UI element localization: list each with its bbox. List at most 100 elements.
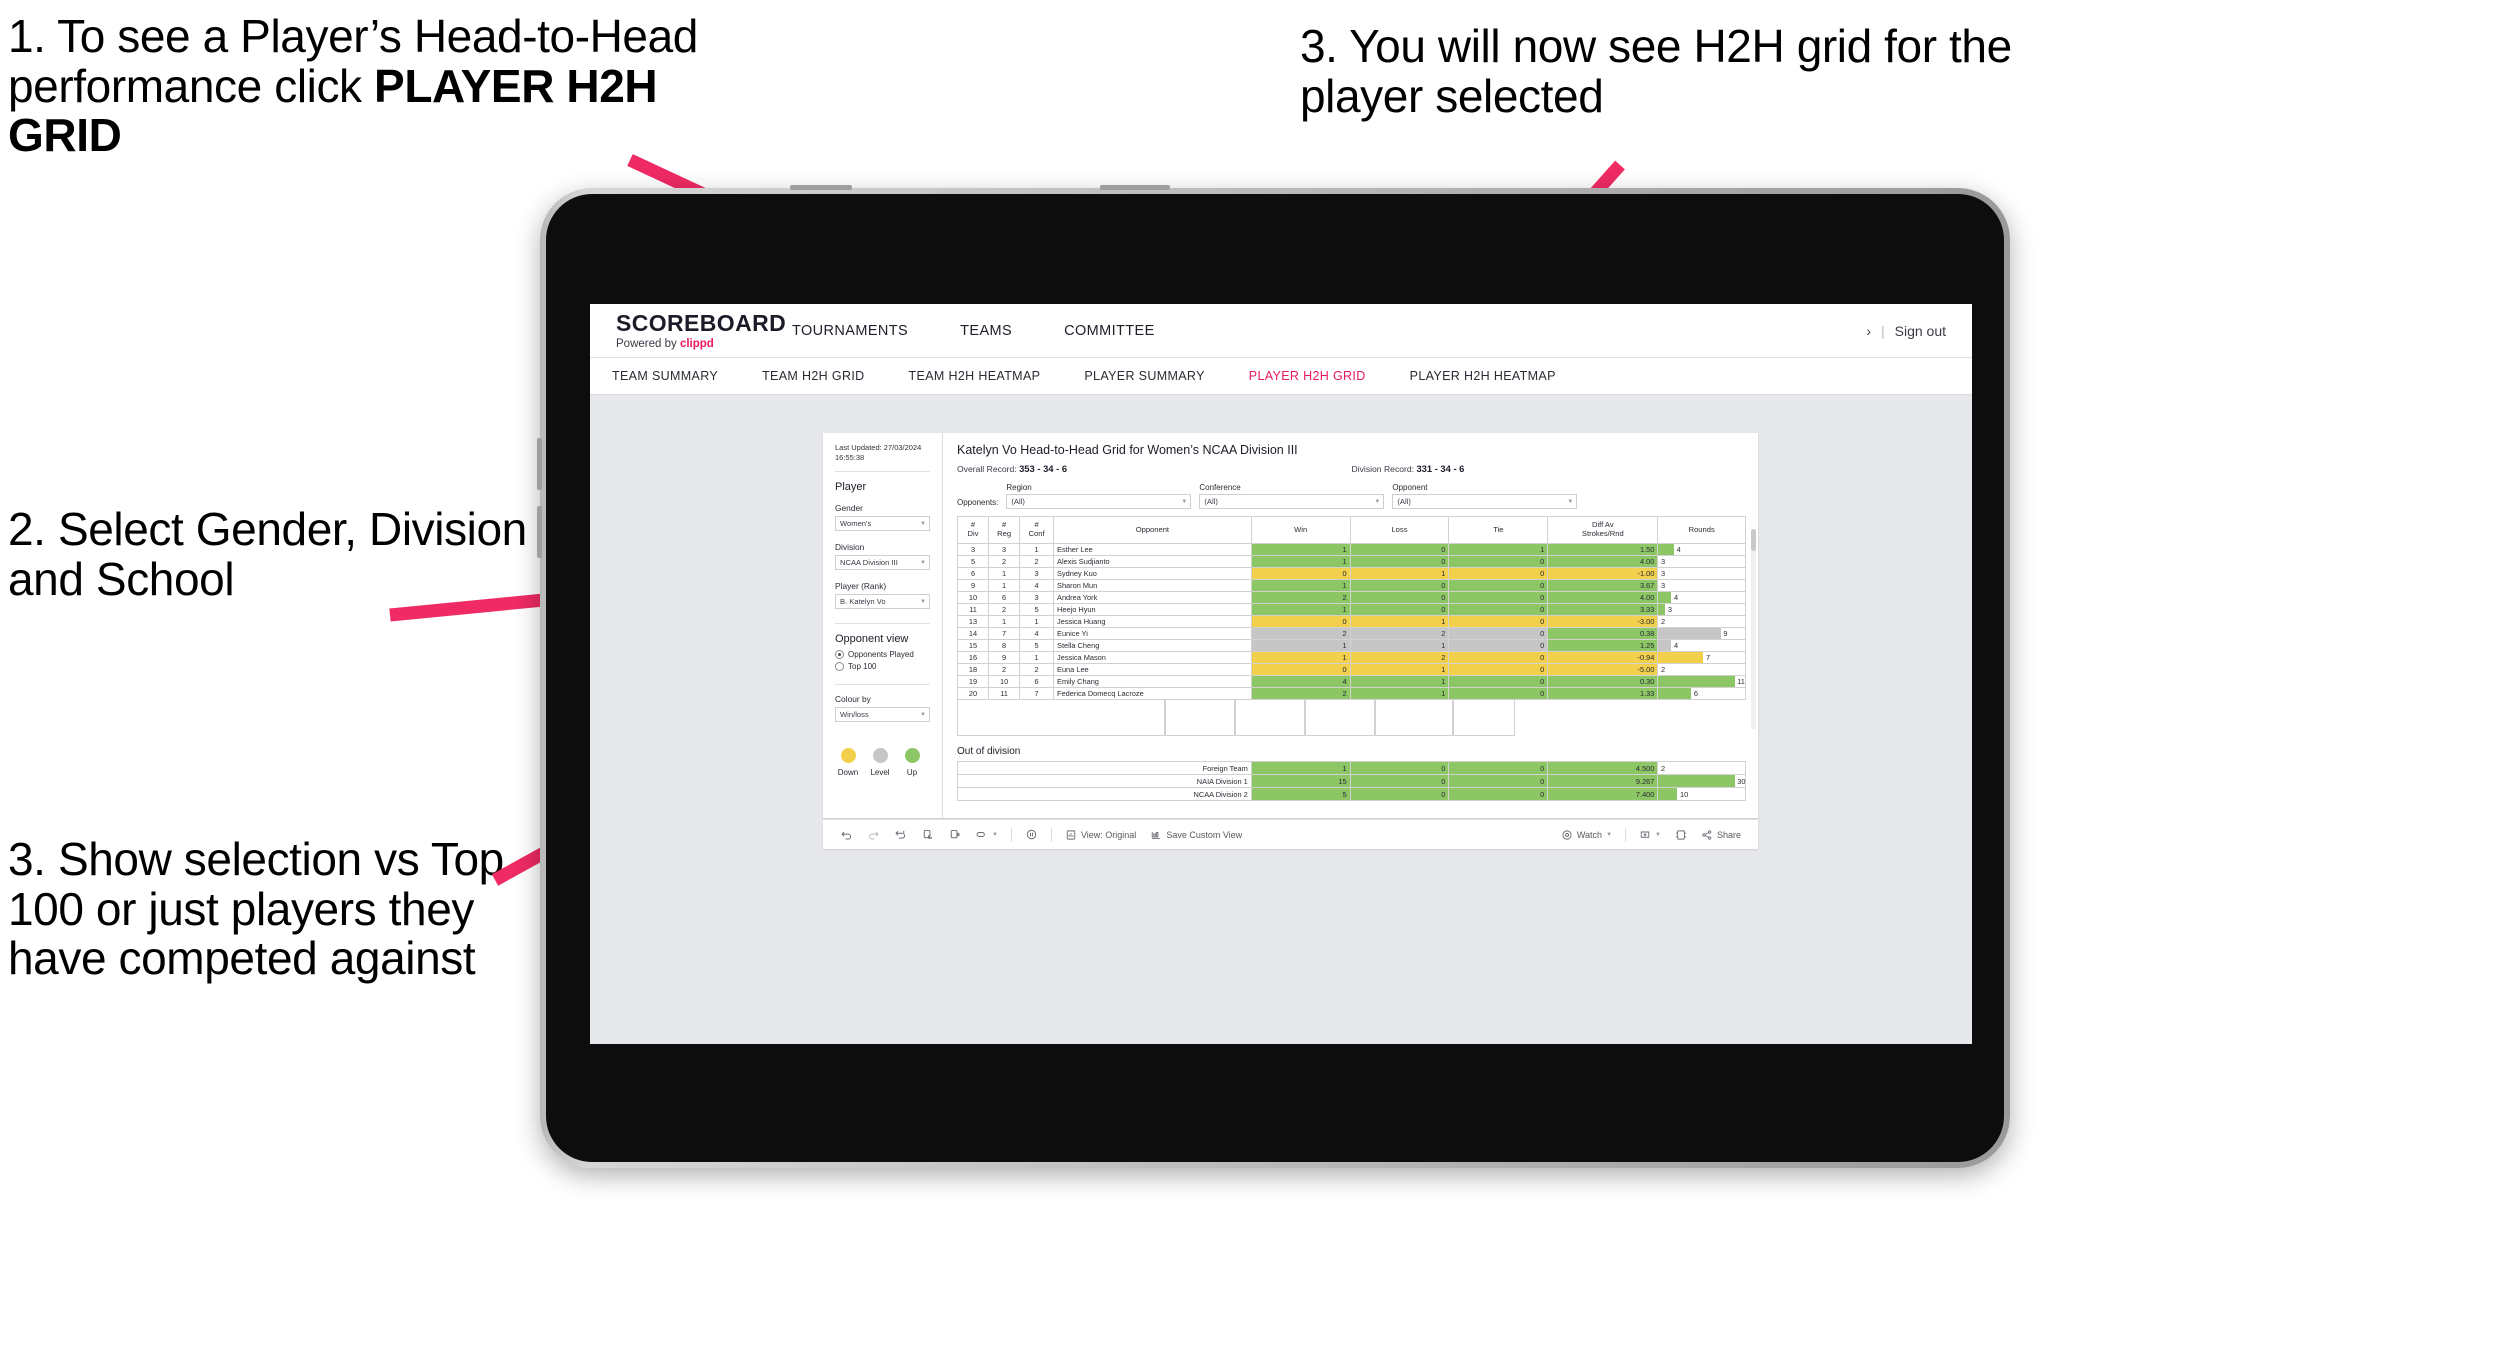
chevron-down-icon: ▼ (992, 831, 998, 838)
brand-logo[interactable]: SCOREBOARD Powered by clippd (590, 311, 786, 350)
account-chevron-icon[interactable]: › (1866, 323, 1871, 339)
cell-loss: 1 (1349, 687, 1450, 700)
grid-col-header-4[interactable]: Win (1250, 516, 1351, 544)
table-row[interactable]: 16 9 1 Jessica Mason 1 2 0 -0.94 7 (956, 651, 1746, 664)
save-custom-view-button[interactable]: Save Custom View (1143, 829, 1249, 841)
cell-reg: 7 (988, 627, 1021, 640)
cell-div: 5 (956, 555, 990, 568)
table-row[interactable]: 20 11 7 Federica Domecq Lacroze 2 1 0 1.33 6 (956, 687, 1746, 700)
division-select[interactable]: NCAA Division III ▼ (835, 555, 930, 571)
grid-col-header-5[interactable]: Loss (1349, 516, 1450, 544)
tab-team-h2h-heatmap[interactable]: TEAM H2H HEATMAP (887, 369, 1063, 383)
cell-div: 16 (956, 651, 990, 664)
cell-opponent: Andrea York (1053, 591, 1252, 604)
opponent-select[interactable]: (All) ▼ (1392, 494, 1578, 509)
table-row[interactable]: 6 1 3 Sydney Kuo 0 1 0 -1.00 3 (956, 567, 1746, 580)
cell-div: 15 (956, 639, 990, 652)
table-row[interactable]: 15 8 5 Stella Cheng 1 1 0 1.25 4 (956, 639, 1746, 652)
table-row[interactable]: 14 7 4 Eunice Yi 2 2 0 0.38 9 (956, 627, 1746, 640)
cell-ood-win: 5 (1250, 787, 1351, 801)
highlight-dropdown[interactable]: ▼ (968, 828, 1005, 841)
grid-col-header-2[interactable]: # Conf (1019, 516, 1055, 544)
cell-conf: 4 (1019, 579, 1055, 592)
view-original-button[interactable]: View: Original (1058, 829, 1143, 841)
grid-scrollbar-track[interactable] (1751, 529, 1756, 729)
pause-button[interactable] (1018, 828, 1045, 841)
cell-loss: 2 (1349, 651, 1450, 664)
nav-item-teams[interactable]: TEAMS (934, 304, 1038, 357)
grid-scrollbar-thumb[interactable] (1751, 529, 1756, 551)
table-row[interactable]: 9 1 4 Sharon Mun 1 0 0 3.67 3 (956, 579, 1746, 592)
radio-opponents-played[interactable]: Opponents Played (835, 650, 930, 660)
fullscreen-button[interactable] (1668, 829, 1694, 841)
conference-value: (All) (1204, 497, 1218, 506)
cell-rounds: 4 (1657, 543, 1746, 556)
cell-tie: 1 (1448, 543, 1549, 556)
gender-select[interactable]: Women's ▼ (835, 516, 930, 532)
conference-label: Conference (1199, 483, 1241, 492)
share-button[interactable]: Share (1694, 829, 1748, 841)
tab-player-summary[interactable]: PLAYER SUMMARY (1062, 369, 1226, 383)
table-row[interactable]: 19 10 6 Emily Chang 4 1 0 0.30 11 (956, 675, 1746, 688)
table-row[interactable]: 3 3 1 Esther Lee 1 0 1 1.50 4 (956, 543, 1746, 556)
cell-ood-name: NCAA Division 2 (957, 787, 1252, 801)
cell-win: 2 (1250, 591, 1351, 604)
conference-select[interactable]: (All) ▼ (1199, 494, 1385, 509)
cell-diff: 1.25 (1547, 639, 1659, 652)
account-separator: | (1880, 322, 1885, 339)
volume-button-up (537, 438, 542, 490)
tab-player-h2h-heatmap[interactable]: PLAYER H2H HEATMAP (1388, 369, 1578, 383)
cell-tie: 0 (1448, 579, 1549, 592)
undo-button[interactable] (833, 828, 860, 841)
chevron-down-icon: ▼ (920, 598, 926, 605)
annotation-3: 3. Show selection vs Top 100 or just pla… (8, 833, 517, 985)
grid-col-header-0[interactable]: # Div (956, 516, 990, 544)
cell-ood-loss: 0 (1349, 787, 1450, 801)
legend-item-up: Up (901, 748, 923, 777)
radio-top-100-label: Top 100 (848, 662, 877, 672)
radio-top-100[interactable]: Top 100 (835, 662, 930, 672)
cell-win: 0 (1250, 663, 1351, 676)
pause-updates-button[interactable] (941, 828, 968, 841)
grid-col-header-6[interactable]: Tie (1448, 516, 1549, 544)
region-label: Region (1006, 483, 1032, 492)
out-of-division-row[interactable]: NCAA Division 2 5 0 0 7.400 10 (957, 787, 1746, 801)
table-row[interactable]: 5 2 2 Alexis Sudjianto 1 0 0 4.00 3 (956, 555, 1746, 568)
sign-out-link[interactable]: Sign out (1895, 323, 1946, 339)
download-dropdown[interactable]: ▼ (1632, 829, 1668, 841)
opponents-label: Opponents: (957, 498, 999, 507)
chevron-down-icon: ▼ (1606, 831, 1613, 838)
table-row[interactable]: 11 2 5 Heejo Hyun 1 0 0 3.33 3 (956, 603, 1746, 616)
cell-ood-loss: 0 (1349, 761, 1450, 775)
grid-col-header-1[interactable]: # Reg (988, 516, 1021, 544)
cell-loss: 1 (1349, 639, 1450, 652)
table-row[interactable]: 13 1 1 Jessica Huang 0 1 0 -3.00 2 (956, 615, 1746, 628)
region-select[interactable]: (All) ▼ (1006, 494, 1192, 509)
cell-tie: 0 (1448, 627, 1549, 640)
watch-button[interactable]: Watch ▼ (1554, 829, 1619, 841)
table-row[interactable]: 10 6 3 Andrea York 2 0 0 4.00 4 (956, 591, 1746, 604)
cell-tie: 0 (1448, 639, 1549, 652)
cell-div: 19 (956, 675, 990, 688)
nav-item-tournaments[interactable]: TOURNAMENTS (766, 304, 934, 357)
grid-col-header-3[interactable]: Opponent (1053, 516, 1252, 544)
refresh-button[interactable] (914, 828, 941, 841)
nav-item-committee[interactable]: COMMITTEE (1038, 304, 1181, 357)
tab-player-h2h-grid[interactable]: PLAYER H2H GRID (1227, 369, 1388, 383)
revert-button[interactable] (887, 828, 914, 841)
out-of-division-row[interactable]: Foreign Team 1 0 0 4.500 2 (957, 761, 1746, 775)
out-of-division-row[interactable]: NAIA Division 1 15 0 0 9.267 30 (957, 774, 1746, 788)
cell-tie: 0 (1448, 591, 1549, 604)
grid-col-header-7[interactable]: Diff Av Strokes/Rnd (1547, 516, 1659, 544)
out-of-division-body: Foreign Team 1 0 0 4.500 2 NAIA Division 1 15 0 0… (957, 761, 1746, 801)
tab-team-h2h-grid[interactable]: TEAM H2H GRID (740, 369, 886, 383)
opponent-filter: Opponent (All) ▼ (1392, 483, 1578, 509)
redo-button[interactable] (860, 828, 887, 841)
grid-col-header-8[interactable]: Rounds (1657, 516, 1746, 544)
colour-by-field: Colour by Win/loss ▼ (835, 694, 930, 723)
table-row[interactable]: 18 2 2 Euna Lee 0 1 0 -5.00 2 (956, 663, 1746, 676)
player-rank-select[interactable]: B. Katelyn Vo ▼ (835, 594, 930, 610)
tab-team-summary[interactable]: TEAM SUMMARY (590, 369, 740, 383)
opponent-view-title: Opponent view (835, 633, 909, 646)
colour-by-select[interactable]: Win/loss ▼ (835, 707, 930, 723)
